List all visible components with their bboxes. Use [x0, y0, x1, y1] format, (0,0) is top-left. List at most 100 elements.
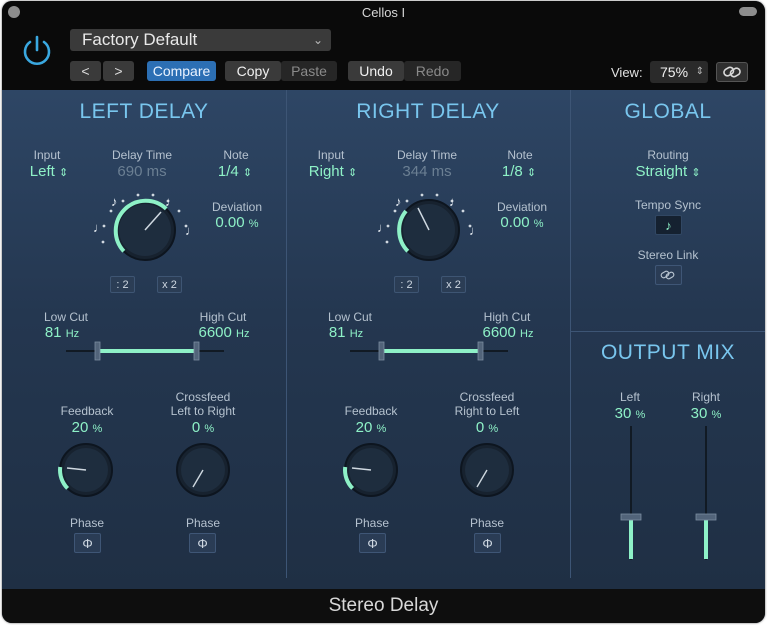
right-input-label: Input — [317, 148, 345, 162]
left-note-label: Note — [223, 148, 249, 162]
right-half-time-button[interactable]: : 2 — [394, 276, 419, 293]
left-phase-button[interactable]: Φ — [74, 533, 101, 553]
compare-button[interactable]: Compare — [147, 61, 216, 81]
right-crossfeed-phase-label: Phase — [469, 516, 505, 530]
view-zoom-select[interactable]: 75% ⇕ — [650, 61, 708, 83]
left-lowcut-unit: Hz — [65, 328, 80, 340]
plugin-header: Factory Default ⌄ < > Compare Copy Paste… — [2, 23, 765, 90]
right-deviation-value[interactable]: 0.00 % — [487, 214, 557, 231]
right-delay-time-label: Delay Time — [396, 148, 458, 162]
left-highcut-label: High Cut — [199, 310, 247, 324]
left-crossfeed-value[interactable]: 0 % — [168, 419, 238, 436]
left-double-time-button[interactable]: x 2 — [157, 276, 182, 293]
right-lowcut-value[interactable]: 81 Hz — [316, 324, 376, 341]
right-highcut-unit: Hz — [520, 328, 534, 340]
right-highcut-value[interactable]: 6600 Hz — [472, 324, 544, 341]
link-button[interactable] — [716, 62, 748, 82]
previous-preset-button[interactable]: < — [70, 61, 101, 81]
lowcut-handle — [94, 341, 101, 361]
routing-label: Routing — [647, 148, 689, 162]
routing-select[interactable]: Straight ⇕ — [618, 163, 718, 180]
left-input-select[interactable]: Left ⇕ — [22, 163, 76, 180]
right-lowcut-label: Low Cut — [327, 310, 373, 324]
left-crossfeed-label: Crossfeed — [175, 390, 231, 404]
right-feedback-unit: % — [376, 423, 387, 435]
plugin-footer: Stereo Delay — [2, 589, 765, 623]
left-feedback-unit: % — [92, 423, 103, 435]
note-icon: ♩ — [469, 223, 482, 238]
left-crossfeed-phase-button[interactable]: Φ — [189, 533, 216, 553]
left-crossfeed-knob[interactable] — [174, 441, 232, 499]
right-highcut-label: High Cut — [483, 310, 531, 324]
highcut-handle — [193, 341, 200, 361]
preset-dropdown[interactable]: Factory Default ⌄ — [70, 29, 331, 51]
right-delay-time-knob[interactable]: ♩ ♪ ♩ ♩ — [373, 182, 485, 264]
right-phase-button[interactable]: Φ — [359, 533, 386, 553]
right-crossfeed-unit: % — [488, 423, 499, 435]
stereo-link-button[interactable] — [655, 265, 682, 285]
right-crossfeed-label: Crossfeed — [459, 390, 515, 404]
left-delay-time-knob[interactable]: ♩ ♪ ♩ ♩ — [89, 182, 201, 264]
undo-button[interactable]: Undo — [348, 61, 404, 81]
left-half-time-button[interactable]: : 2 — [110, 276, 135, 293]
note-icon: ♪ — [395, 194, 402, 209]
right-deviation-unit: % — [533, 218, 544, 230]
right-double-time-button[interactable]: x 2 — [441, 276, 466, 293]
note-icon: ♩ — [185, 223, 198, 238]
right-feedback-knob[interactable] — [342, 441, 400, 499]
right-crossfeed-phase-button[interactable]: Φ — [474, 533, 501, 553]
lowcut-handle — [378, 341, 385, 361]
tempo-sync-button[interactable]: ♪ — [655, 215, 682, 235]
left-feedback-value[interactable]: 20 % — [52, 419, 122, 436]
right-input-select[interactable]: Right ⇕ — [302, 163, 364, 180]
fader-handle — [695, 513, 717, 521]
right-feedback-value[interactable]: 20 % — [336, 419, 406, 436]
note-icon: ♪ — [111, 194, 118, 209]
left-note-select[interactable]: 1/4 ⇕ — [208, 163, 262, 180]
note-icon: ♪ — [665, 218, 672, 233]
paste-button[interactable]: Paste — [281, 61, 337, 81]
right-cut-range-slider[interactable] — [348, 340, 510, 362]
output-left-unit: % — [635, 409, 646, 421]
power-icon[interactable] — [20, 34, 54, 68]
phase-icon: Φ — [367, 536, 378, 551]
left-note-value: 1/4 — [217, 163, 239, 180]
left-feedback-knob[interactable] — [57, 441, 115, 499]
next-preset-button[interactable]: > — [103, 61, 134, 81]
left-lowcut-label: Low Cut — [43, 310, 89, 324]
divider — [286, 90, 287, 578]
left-cut-range-slider[interactable] — [64, 340, 226, 362]
output-left-fader[interactable] — [619, 426, 643, 560]
updown-icon: ⇕ — [58, 167, 69, 179]
right-crossfeed-value[interactable]: 0 % — [452, 419, 522, 436]
left-feedback-number: 20 — [71, 419, 89, 436]
right-note-label: Note — [507, 148, 533, 162]
right-crossfeed-knob[interactable] — [458, 441, 516, 499]
left-highcut-value[interactable]: 6600 Hz — [188, 324, 260, 341]
right-lowcut-unit: Hz — [349, 328, 364, 340]
left-phase-label: Phase — [69, 516, 105, 530]
note-icon: ♩ — [165, 194, 178, 209]
view-zoom-value: 75% — [660, 64, 689, 80]
output-right-fader[interactable] — [694, 426, 718, 560]
left-deviation-value[interactable]: 0.00 % — [202, 214, 272, 231]
left-highcut-unit: Hz — [236, 328, 250, 340]
window-resize-icon[interactable] — [739, 7, 757, 16]
copy-button[interactable]: Copy — [225, 61, 281, 81]
updown-icon: ⇕ — [526, 167, 537, 179]
output-left-value[interactable]: 30 % — [600, 405, 660, 422]
note-icon: ♩ — [449, 194, 462, 209]
right-lowcut-number: 81 — [328, 324, 346, 341]
output-left-label: Left — [619, 390, 640, 404]
left-crossfeed-phase-label: Phase — [185, 516, 221, 530]
output-right-unit: % — [711, 409, 722, 421]
redo-button[interactable]: Redo — [404, 61, 461, 81]
left-lowcut-value[interactable]: 81 Hz — [32, 324, 92, 341]
note-icon: ♩ — [93, 220, 106, 235]
window-title: Cellos I — [361, 5, 406, 20]
right-crossfeed-sub: Right to Left — [454, 404, 520, 418]
output-right-value[interactable]: 30 % — [676, 405, 736, 422]
right-note-select[interactable]: 1/8 ⇕ — [492, 163, 546, 180]
right-deviation-number: 0.00 — [500, 214, 530, 231]
left-feedback-label: Feedback — [60, 404, 114, 418]
